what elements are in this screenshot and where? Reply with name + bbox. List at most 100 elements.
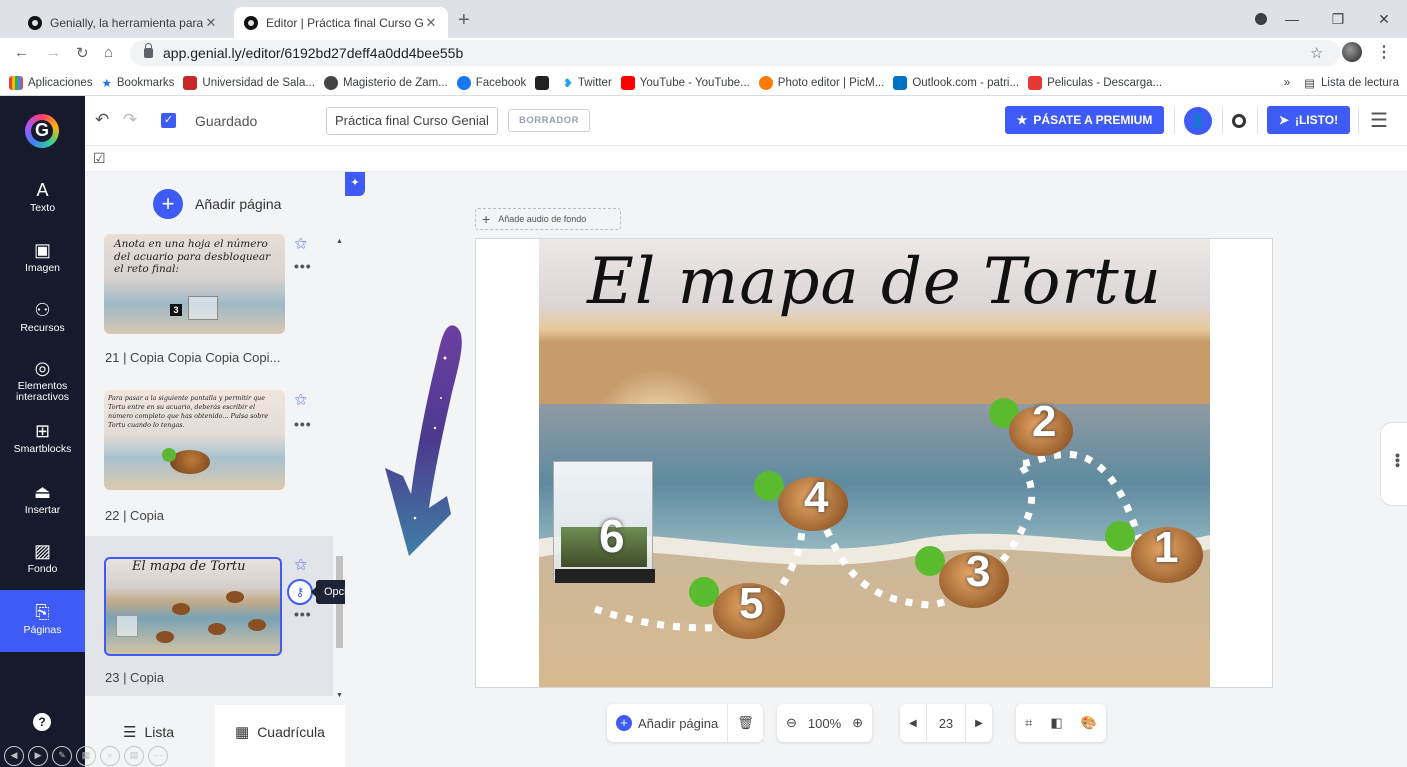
menu-icon[interactable]: ☰: [1370, 108, 1388, 133]
more-bookmarks-icon[interactable]: »: [1284, 77, 1290, 89]
sidebar-item-imagen[interactable]: ▣ Imagen: [0, 240, 85, 274]
scroll-up-icon[interactable]: ▲: [336, 238, 343, 245]
pin-panel-icon[interactable]: ✦: [345, 172, 365, 196]
bookmark-facebook[interactable]: Facebook: [456, 75, 526, 90]
tab-grid[interactable]: ▦ Cuadrícula: [235, 723, 325, 741]
close-tab-icon[interactable]: ✕: [424, 15, 438, 31]
right-panel-handle[interactable]: •••: [1380, 422, 1407, 506]
previous-page-button[interactable]: ◀: [900, 704, 926, 742]
page-item-21[interactable]: Anota en una hoja el número del acuario …: [85, 234, 333, 376]
calendar-check-icon[interactable]: ☑: [93, 150, 106, 167]
theme-palette-button[interactable]: 🎨: [1072, 704, 1106, 742]
preview-eye-icon[interactable]: [1232, 114, 1246, 128]
sidebar-item-texto[interactable]: A Texto: [0, 180, 85, 214]
draft-badge: BORRADOR: [508, 109, 590, 132]
undo-icon[interactable]: ↶: [95, 110, 109, 130]
more-options-icon[interactable]: •••: [294, 606, 312, 622]
overlay-subtitles-icon[interactable]: ▤: [124, 746, 144, 766]
triangle-left-icon: ◀: [909, 717, 917, 729]
aquarium-image: [188, 296, 218, 320]
reload-icon[interactable]: ↻: [76, 44, 89, 62]
bookmark-youtube[interactable]: YouTube - YouTube...: [620, 75, 750, 90]
minimize-icon[interactable]: —: [1269, 11, 1315, 27]
zoom-out-button[interactable]: ⊖: [777, 704, 806, 742]
divider: [1257, 108, 1258, 134]
add-collaborator-icon[interactable]: 👤: [1184, 107, 1212, 135]
bookmark-unnamed[interactable]: [535, 75, 554, 90]
sidebar-item-elementos-interactivos[interactable]: ◎ Elementos interactivos: [0, 358, 85, 403]
forward-arrow-icon[interactable]: →: [46, 44, 61, 61]
close-window-icon[interactable]: ✕: [1361, 11, 1407, 28]
trash-icon: 🗑: [737, 715, 754, 730]
browser-menu-icon[interactable]: ⋮: [1376, 42, 1392, 62]
overlay-previous-icon[interactable]: ◀: [4, 746, 24, 766]
page-thumbnail[interactable]: Para pasar a la siguiente pantalla y per…: [104, 390, 285, 490]
slide-canvas[interactable]: El mapa de Tortu 6 2 4 3 1 5: [539, 239, 1210, 687]
premium-button[interactable]: ★ PÁSATE A PREMIUM: [1005, 106, 1164, 134]
zoom-in-button[interactable]: ⊕: [843, 704, 872, 742]
sidebar-item-smartblocks[interactable]: ⊞ Smartblocks: [0, 421, 85, 455]
overlay-slides-icon[interactable]: ▦: [76, 746, 96, 766]
project-title-input[interactable]: Práctica final Curso Genial: [326, 107, 498, 135]
bookmark-twitter[interactable]: ❥ Twitter: [563, 76, 612, 90]
password-key-icon[interactable]: ⚷: [287, 579, 313, 605]
grid-guides-button[interactable]: ⌗: [1016, 704, 1041, 742]
bookmark-bookmarks[interactable]: ★ Bookmarks: [102, 76, 175, 90]
add-page-toolbar-button[interactable]: + Añadir página: [607, 704, 727, 742]
magic-wand-icon[interactable]: ⚝: [295, 392, 307, 407]
bookmark-peliculas[interactable]: Peliculas - Descarga...: [1028, 75, 1162, 90]
overlay-pen-icon[interactable]: ✎: [52, 746, 72, 766]
tab-list[interactable]: ☰ Lista: [123, 723, 174, 741]
url-field[interactable]: app.genial.ly/editor/6192bd27deff4a0dd4b…: [130, 40, 1340, 66]
browser-tab-genially[interactable]: Genially, la herramienta para cre ✕: [18, 7, 228, 38]
new-tab-button[interactable]: +: [458, 9, 470, 32]
turtle-3-image[interactable]: [915, 544, 1015, 614]
profile-avatar[interactable]: [1342, 42, 1362, 62]
bookmark-universidad[interactable]: Universidad de Sala...: [183, 75, 315, 90]
page-label: 21 | Copia Copia Copia Copi...: [105, 350, 281, 365]
add-page-button[interactable]: + Añadir página: [85, 172, 345, 234]
bookmark-apps[interactable]: Aplicaciones: [9, 75, 93, 90]
overlay-zoom-icon[interactable]: ⌕: [100, 746, 120, 766]
help-icon[interactable]: ?: [33, 713, 51, 731]
bookmark-outlook[interactable]: Outlook.com - patri...: [893, 75, 1019, 90]
overlay-next-icon[interactable]: ▶: [28, 746, 48, 766]
tab-search-icon[interactable]: [1255, 13, 1267, 25]
redo-icon[interactable]: ↷: [123, 110, 137, 130]
home-icon[interactable]: ⌂: [104, 44, 113, 61]
sidebar-item-fondo[interactable]: ▨ Fondo: [0, 541, 85, 575]
sidebar-item-insertar[interactable]: ⏏ Insertar: [0, 482, 85, 516]
back-arrow-icon[interactable]: ←: [14, 44, 29, 61]
bookmark-star-icon[interactable]: ☆: [1310, 44, 1323, 62]
maximize-icon[interactable]: ❐: [1315, 11, 1361, 28]
divider: [1174, 108, 1175, 134]
browser-tab-editor[interactable]: Editor | Práctica final Curso Genia ✕: [234, 7, 448, 38]
ready-button[interactable]: ➤ ¡LISTO!: [1267, 106, 1350, 134]
reading-list-button[interactable]: Lista de lectura: [1321, 77, 1399, 89]
more-options-icon[interactable]: •••: [294, 416, 312, 432]
magic-wand-icon[interactable]: ⚝: [295, 557, 307, 572]
magic-wand-icon[interactable]: ⚝: [295, 236, 307, 251]
add-background-audio-button[interactable]: + Añade audio de fondo: [475, 208, 621, 230]
bottom-toolbar-view: ⌗ ◧ 🎨: [1016, 704, 1106, 742]
sidebar-item-recursos[interactable]: ⚇ Recursos: [0, 300, 85, 334]
page-item-22[interactable]: Para pasar a la siguiente pantalla y per…: [85, 376, 333, 536]
zoom-in-icon: ⊕: [852, 715, 864, 730]
close-tab-icon[interactable]: ✕: [204, 15, 218, 31]
sidebar-item-paginas[interactable]: ⎘ Páginas: [0, 590, 85, 652]
next-page-button[interactable]: ▶: [966, 704, 992, 742]
delete-page-button[interactable]: 🗑: [728, 704, 763, 742]
scroll-down-icon[interactable]: ▼: [336, 692, 343, 699]
bookmark-magisterio[interactable]: Magisterio de Zam...: [323, 75, 448, 90]
more-options-icon[interactable]: •••: [294, 258, 312, 274]
bookmark-picmonkey[interactable]: Photo editor | PicM...: [758, 75, 884, 90]
page-thumbnail[interactable]: Anota en una hoja el número del acuario …: [104, 234, 285, 334]
overlay-more-icon[interactable]: ⋯: [148, 746, 168, 766]
smartblocks-icon: ⊞: [34, 421, 51, 441]
zoom-level[interactable]: 100%: [806, 704, 843, 742]
page-item-23[interactable]: El mapa de Tortu ⚝ ••• 23 | Copia: [85, 536, 333, 696]
page-number-field[interactable]: 23: [927, 704, 965, 742]
fit-to-screen-button[interactable]: ◧: [1041, 704, 1071, 742]
window-controls: — ❐ ✕: [1269, 0, 1407, 38]
page-thumbnail-selected[interactable]: El mapa de Tortu: [104, 557, 282, 656]
